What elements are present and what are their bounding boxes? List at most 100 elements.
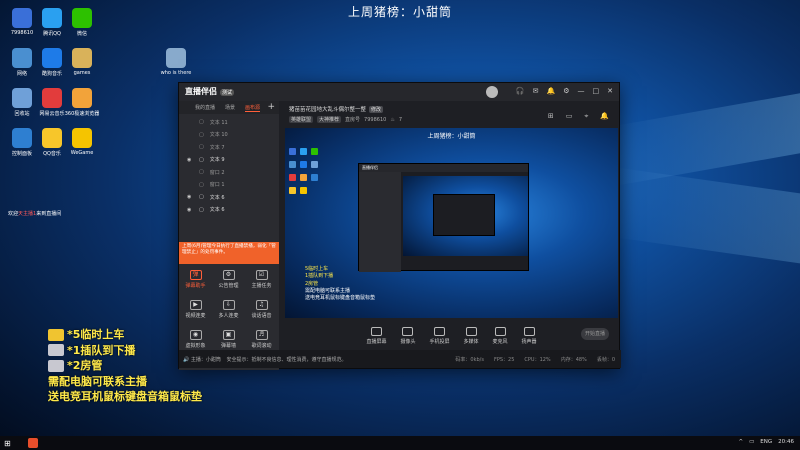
titlebar-icon[interactable]: ✉ xyxy=(533,87,539,95)
desktop-icon-image xyxy=(42,128,62,148)
eye-icon[interactable]: ◉ xyxy=(187,157,193,163)
source-item[interactable]: ◉ ▢ 文本 6 xyxy=(179,191,279,204)
source-button-label: 多媒体 xyxy=(463,339,479,345)
toolbar-icon[interactable]: ▭ xyxy=(566,112,573,121)
source-item[interactable]: ▢ 文本 11 xyxy=(179,116,279,129)
avatar[interactable] xyxy=(486,86,498,98)
notice-banner[interactable]: 上周(6月)管理今日执行了直播禁播，弱化「管理禁止」的处罚事件。 xyxy=(179,242,279,264)
tool-button[interactable]: 弹弹幕助手 xyxy=(179,270,212,289)
toolbar-icon[interactable]: 🔔 xyxy=(600,112,609,121)
source-button[interactable]: 麦克风 xyxy=(493,327,508,345)
desktop-icon[interactable]: 微信 xyxy=(64,8,100,37)
source-item[interactable]: ▢ 文本 7 xyxy=(179,141,279,154)
source-button-icon xyxy=(523,327,535,336)
status-bar: 🔊 主播：小甜筒 安全提示：抵制不良信息、理性消费，遵守直播规范。 码率：0kb… xyxy=(179,350,621,368)
desktop-icon-image xyxy=(12,128,32,148)
source-button[interactable]: 直播屏幕 xyxy=(366,327,386,345)
desktop-icon-image xyxy=(72,88,92,108)
taskbar-app-icon[interactable] xyxy=(28,438,38,448)
lock-icon[interactable]: ▢ xyxy=(199,144,204,150)
desktop-icon-image xyxy=(72,8,92,28)
source-button-label: 摄像头 xyxy=(400,339,416,345)
source-item[interactable]: ◉ ▢ 文本 9 xyxy=(179,154,279,167)
source-button-icon xyxy=(465,327,477,336)
add-source-icon[interactable]: + xyxy=(267,102,275,112)
source-item[interactable]: ▢ 文本 10 xyxy=(179,129,279,142)
lock-icon[interactable]: ▢ xyxy=(199,157,204,163)
version-badge[interactable]: 测试 xyxy=(220,89,235,96)
lock-icon[interactable]: ▢ xyxy=(199,132,204,138)
tab-0[interactable]: 我的直播 xyxy=(195,104,215,111)
toolbar-icon[interactable]: ⊞ xyxy=(548,112,554,121)
app-logo-text: 直播伴侣 xyxy=(185,87,217,96)
preview-desktop-icon xyxy=(300,187,307,194)
source-button[interactable]: 手机投屏 xyxy=(429,327,450,345)
source-item[interactable]: ▢ 窗口 2 xyxy=(179,166,279,179)
preview-overlay-line: 送电竞耳机鼠标键盘音箱鼠标垫 xyxy=(305,295,376,301)
source-button[interactable]: 扬声器 xyxy=(522,327,537,345)
eye-icon[interactable]: ◉ xyxy=(187,194,193,200)
tool-button[interactable]: ▣ 弹幕墙 xyxy=(212,330,245,349)
desktop-icon[interactable]: WeGame xyxy=(64,128,100,156)
titlebar-icon[interactable]: 🔔 xyxy=(547,87,556,95)
edit-room-button[interactable]: 修改 xyxy=(369,106,384,113)
tool-label: 谈话语音 xyxy=(251,313,272,319)
lock-icon[interactable]: ▢ xyxy=(199,182,204,188)
desktop-icon-image xyxy=(42,88,62,108)
desktop-icon[interactable]: games xyxy=(64,48,100,76)
tab-1[interactable]: 场景 xyxy=(225,104,235,111)
tool-button[interactable]: ▶ 视频连麦 xyxy=(179,300,212,319)
source-button-label: 麦克风 xyxy=(492,339,508,345)
overlay-text: *1插队到下播 xyxy=(67,343,136,357)
titlebar-icon[interactable]: 🎧 xyxy=(516,87,525,95)
tool-button[interactable]: ⇩ 多人连麦 xyxy=(212,300,245,319)
tool-label: 公告管理 xyxy=(218,283,239,289)
toolbar-icon[interactable]: ⌖ xyxy=(584,112,588,121)
tool-label: 主播任务 xyxy=(251,283,272,289)
start-icon[interactable]: ⊞ xyxy=(4,439,11,448)
lock-icon[interactable]: ▢ xyxy=(199,194,204,200)
titlebar-icon[interactable]: — xyxy=(578,87,585,95)
room-subcategory[interactable]: 大神推荐 xyxy=(317,116,342,123)
tool-button[interactable]: ♫ 谈话语音 xyxy=(245,300,278,319)
desktop-icon-image xyxy=(12,8,32,28)
preview-overlay-text: 5临时上车 1插队到下播 2房管 需配电脑可联系主播 送电竞耳机鼠标键盘音箱鼠标垫 xyxy=(305,266,375,302)
source-label: 文本 11 xyxy=(209,119,228,126)
source-button[interactable]: 摄像头 xyxy=(400,327,415,345)
stream-overlay-text: *5临时上车 *1插队到下播 *2房管 需配电脑可联系主播 送电竞耳机鼠标键盘音箱鼠标垫 xyxy=(48,327,202,405)
tab-2[interactable]: 画布源 xyxy=(245,104,261,112)
desktop-icon-image xyxy=(12,88,32,108)
tool-button[interactable]: ☑ 主播任务 xyxy=(245,270,278,289)
source-label: 文本 6 xyxy=(209,207,225,214)
page-title: 上周猪榜：小甜筒 xyxy=(347,5,452,19)
overlay-line: 送电竞耳机鼠标键盘音箱鼠标垫 xyxy=(48,389,202,405)
preview-desktop-icon xyxy=(311,174,318,181)
lock-icon[interactable]: ▢ xyxy=(199,169,204,175)
preview-desktop-icon xyxy=(300,148,307,155)
tool-button[interactable]: ⚙ 公告管理 xyxy=(212,270,245,289)
tool-button[interactable]: ♬ 歌词滚动 xyxy=(245,330,278,349)
desktop-icon[interactable]: who is there xyxy=(158,48,194,76)
source-item[interactable]: ◉ ▢ 文本 6 xyxy=(179,204,279,217)
lock-icon[interactable]: ▢ xyxy=(199,119,204,125)
preview-desktop-icon xyxy=(289,161,296,168)
room-category[interactable]: 英雄联盟 xyxy=(289,116,314,123)
source-item[interactable]: ▢ 窗口 1 xyxy=(179,179,279,192)
lock-icon[interactable]: ▢ xyxy=(199,207,204,213)
overlay-badge-icon xyxy=(48,344,64,357)
tray-network-icon[interactable]: ▭ xyxy=(749,439,754,445)
app-titlebar: 直播伴侣 测试 🎧 ✉ 🔔 ⚙ — □ ✕ xyxy=(179,83,619,101)
titlebar-icon[interactable]: ✕ xyxy=(607,87,613,95)
clock[interactable]: 20:46 xyxy=(778,439,794,445)
source-list: ▢ 文本 11 ▢ 文本 10 ▢ 文本 7 ◉ ▢ 文本 9 ▢ 窗口 2 ▢ 窗口 1 ◉ ▢ 文本 6 ◉… xyxy=(179,114,279,216)
tray-chevron-icon[interactable]: ^ xyxy=(738,439,743,445)
start-live-button[interactable]: 开始直播 xyxy=(581,328,609,340)
language-indicator[interactable]: ENG xyxy=(760,439,772,445)
desktop-icon[interactable]: 360极速浏览器 xyxy=(64,88,100,117)
source-button[interactable]: 多媒体 xyxy=(464,327,479,345)
desktop-icon-image xyxy=(42,8,62,28)
eye-icon[interactable]: ◉ xyxy=(187,207,193,213)
titlebar-icon[interactable]: □ xyxy=(593,87,600,95)
titlebar-icon[interactable]: ⚙ xyxy=(563,87,569,95)
stream-preview[interactable]: 上周猪榜：小甜筒 直播伴侣 5临时上车 1插队到下播 2房管 需配电脑可联系主播 送电竞… xyxy=(285,128,618,318)
